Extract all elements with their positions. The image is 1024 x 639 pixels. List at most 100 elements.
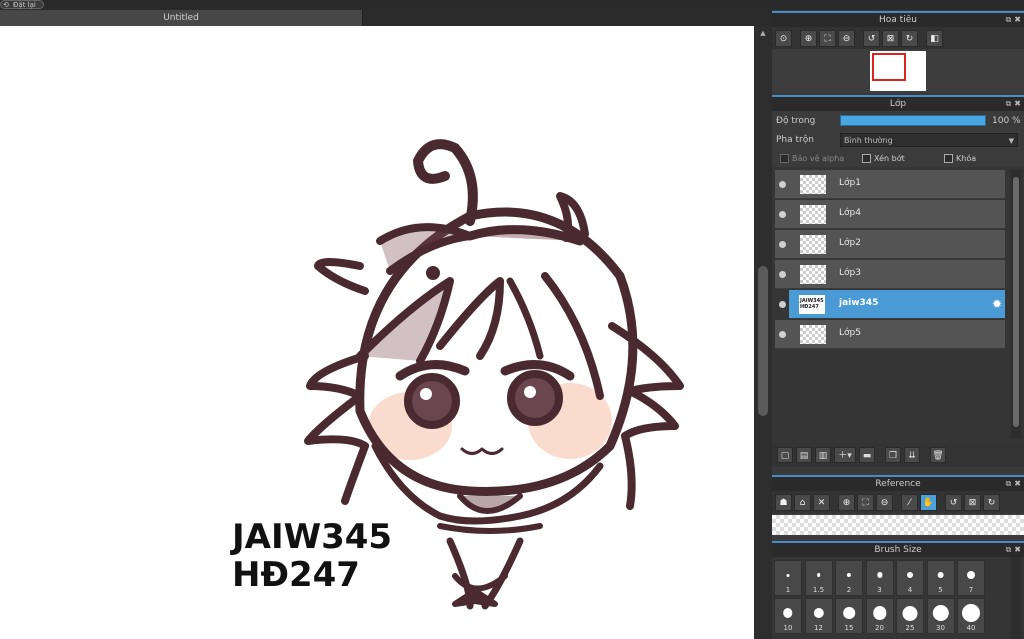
brush-size-option[interactable]: 7 <box>957 560 985 596</box>
reset-rotation-icon[interactable]: ⊠ <box>882 29 899 47</box>
brush-size-option[interactable]: 1.5 <box>804 560 833 596</box>
rotate-right-icon[interactable]: ↻ <box>901 29 918 47</box>
rotate-left-icon[interactable]: ↺ <box>945 493 962 511</box>
reference-panel: Reference ⧉ ✖ ☗ ⌂ ✕ ⊕ ⛶ ⊖ ⁄ ✋ ↺ ⊠ ↻ <box>772 475 1024 539</box>
blend-row: Pha trộn Bình thường ▼ <box>772 130 1024 149</box>
close-reference-icon[interactable]: ✕ <box>813 493 830 511</box>
canvas-vertical-scrollbar[interactable]: ▲ <box>754 26 772 639</box>
fit-screen-icon[interactable]: ⛶ <box>819 29 836 47</box>
opacity-row: Độ trong 100 % <box>772 111 1024 130</box>
rotate-right-icon[interactable]: ↻ <box>983 493 1000 511</box>
visibility-eye-icon[interactable] <box>779 331 786 338</box>
zoom-out-icon[interactable]: ⊖ <box>838 29 855 47</box>
layer-item[interactable]: Lớp3 <box>775 260 1005 289</box>
navigator-view-frame[interactable] <box>872 53 906 81</box>
reference-preview[interactable] <box>772 513 1024 539</box>
brush-size-option[interactable]: 3 <box>865 560 894 596</box>
reset-button-label: Đặt lại <box>13 1 36 9</box>
lock-checkbox[interactable]: Khóa <box>944 153 977 163</box>
opacity-slider[interactable] <box>840 115 986 126</box>
blend-label: Pha trộn <box>776 134 814 145</box>
brush-size-option[interactable]: 5 <box>926 560 955 596</box>
trash-icon[interactable]: 🗑 <box>930 447 946 463</box>
visibility-eye-icon[interactable] <box>779 241 786 248</box>
blend-mode-select[interactable]: Bình thường ▼ <box>840 132 1018 147</box>
visibility-eye-icon[interactable] <box>779 181 786 188</box>
hand-icon[interactable]: ✋ <box>920 493 937 511</box>
layer-scroll-thumb[interactable] <box>1013 177 1019 427</box>
thumbnail-text-line-2: HĐ247 <box>800 304 819 310</box>
zoom-out-icon[interactable]: ⊖ <box>876 493 893 511</box>
visibility-eye-icon[interactable] <box>779 211 786 218</box>
reset-rotation-icon[interactable]: ⊠ <box>964 493 981 511</box>
brush-size-scrollbar[interactable] <box>1011 557 1021 639</box>
brush-size-dot <box>872 606 887 620</box>
float-icon[interactable]: ⧉ <box>1006 99 1012 108</box>
brush-size-option[interactable]: 15 <box>835 598 863 634</box>
layer-thumbnail <box>800 205 826 224</box>
lock-label: Khóa <box>956 153 977 163</box>
drawing-canvas[interactable]: JAIW345 HĐ247 <box>0 26 754 639</box>
close-icon[interactable]: ✖ <box>1014 15 1021 24</box>
visibility-eye-icon[interactable] <box>779 301 786 308</box>
close-icon[interactable]: ✖ <box>1014 99 1021 108</box>
photo-icon[interactable]: ☗ <box>775 493 792 511</box>
layer-item[interactable]: Lớp5 <box>775 320 1005 349</box>
brush-size-dot <box>907 572 913 578</box>
reset-button[interactable]: ⟲ Đặt lại <box>0 0 44 9</box>
layer-item-selected[interactable]: JAIW345 HĐ247 jaiw345 ✹ <box>789 290 1005 319</box>
layer-item[interactable]: Lớp2 <box>775 230 1005 259</box>
flip-icon[interactable]: ◧ <box>926 29 943 47</box>
eyedropper-icon[interactable]: ⁄ <box>901 493 918 511</box>
checkbox-icon <box>944 153 953 163</box>
zoom-fit-icon[interactable]: ⊙ <box>775 29 792 47</box>
close-icon[interactable]: ✖ <box>1014 479 1021 488</box>
brush-size-option[interactable]: 12 <box>804 598 833 634</box>
layer-item[interactable]: Lớp4 <box>775 200 1005 229</box>
float-icon[interactable]: ⧉ <box>1006 479 1012 488</box>
document-tab[interactable]: Untitled <box>0 10 363 26</box>
layer-list-scrollbar[interactable] <box>1011 169 1021 439</box>
fit-screen-icon[interactable]: ⛶ <box>857 493 874 511</box>
visibility-eye-icon[interactable] <box>779 271 786 278</box>
brush-size-option[interactable]: 10 <box>774 598 802 634</box>
layer-thumbnail <box>800 235 826 254</box>
brush-size-option[interactable]: 25 <box>896 598 924 634</box>
brush-size-option[interactable]: 1 <box>774 560 802 596</box>
new-raster-layer-icon[interactable]: ▤ <box>796 447 812 463</box>
rotate-left-icon[interactable]: ↺ <box>863 29 880 47</box>
protect-alpha-checkbox[interactable]: Bảo vệ alpha <box>780 153 844 163</box>
brush-size-option[interactable]: 30 <box>926 598 955 634</box>
float-icon[interactable]: ⧉ <box>1006 545 1012 554</box>
brush-size-option[interactable]: 2 <box>835 560 863 596</box>
brush-size-option[interactable]: 4 <box>896 560 924 596</box>
brush-size-label: 5 <box>938 586 943 594</box>
float-icon[interactable]: ⧉ <box>1006 15 1012 24</box>
brush-size-option[interactable]: 40 <box>957 598 985 634</box>
layer-item[interactable]: Lớp1 <box>775 170 1005 199</box>
navigator-preview[interactable] <box>772 49 1024 93</box>
checkbox-icon <box>780 153 789 163</box>
zoom-in-icon[interactable]: ⊕ <box>800 29 817 47</box>
add-layer-menu-icon[interactable]: ＋▾ <box>834 447 856 463</box>
navigator-toolbar: ⊙ ⊕ ⛶ ⊖ ↺ ⊠ ↻ ◧ <box>772 27 1024 49</box>
brush-size-label: 20 <box>875 624 884 632</box>
brush-size-label: 3 <box>877 586 882 594</box>
brush-size-option[interactable]: 20 <box>865 598 894 634</box>
brush-size-dot <box>932 604 949 622</box>
scroll-up-icon[interactable]: ▲ <box>758 28 768 38</box>
folder-icon[interactable]: ▬ <box>859 447 875 463</box>
layer-actions-toolbar: ▢ ▤ ▥ ＋▾ ▬ ❐ ⇊ 🗑 <box>772 443 1024 467</box>
zoom-in-icon[interactable]: ⊕ <box>838 493 855 511</box>
gear-icon[interactable]: ✹ <box>992 297 1002 311</box>
clipping-checkbox[interactable]: Xén bớt <box>862 153 905 163</box>
watermark-line-2: HĐ247 <box>232 555 360 595</box>
merge-layer-icon[interactable]: ⇊ <box>904 447 920 463</box>
brush-size-dot <box>902 605 918 621</box>
new-vector-layer-icon[interactable]: ▥ <box>815 447 831 463</box>
canvas-scroll-thumb[interactable] <box>758 266 768 416</box>
duplicate-layer-icon[interactable]: ❐ <box>885 447 901 463</box>
new-layer-icon[interactable]: ▢ <box>777 447 793 463</box>
close-icon[interactable]: ✖ <box>1014 545 1021 554</box>
open-folder-icon[interactable]: ⌂ <box>794 493 811 511</box>
